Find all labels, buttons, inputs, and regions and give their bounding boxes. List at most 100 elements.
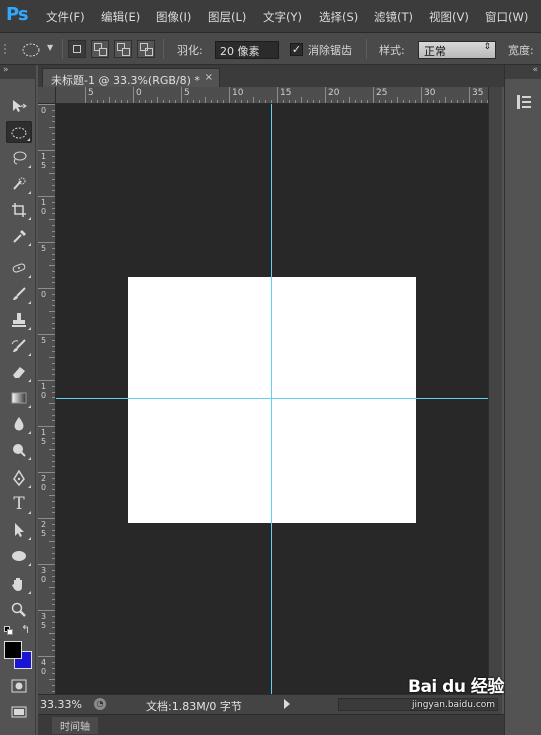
- quick-selection-tool[interactable]: [6, 173, 32, 195]
- right-panel-dock: «: [504, 65, 541, 735]
- hand-tool[interactable]: [6, 573, 32, 595]
- vertical-guide[interactable]: [271, 104, 272, 694]
- style-label: 样式:: [379, 44, 405, 57]
- default-colors-icon[interactable]: [4, 626, 13, 635]
- baidu-jingyan-watermark: Bai du 经验 jingyan.baidu.com: [408, 672, 538, 720]
- ruler-label: 25: [376, 88, 388, 98]
- ruler-label: 5: [41, 336, 47, 345]
- horizontal-ruler[interactable]: 5 0 5 10 15 20 25 30 35: [56, 87, 488, 104]
- foreground-color-swatch[interactable]: [4, 641, 22, 659]
- ruler-minor-tick: [49, 587, 55, 588]
- tool-flyout-indicator: [28, 537, 31, 540]
- right-dock-header[interactable]: «: [505, 65, 541, 79]
- timeline-tab[interactable]: 时间轴: [52, 717, 98, 734]
- swap-colors-icon[interactable]: ↰: [21, 623, 30, 636]
- document-canvas[interactable]: [128, 277, 416, 523]
- ruler-minor-tick: [289, 100, 290, 103]
- path-selection-tool[interactable]: [6, 519, 32, 541]
- menu-window[interactable]: 窗口(W): [485, 9, 528, 25]
- ruler-minor-tick: [52, 155, 55, 157]
- menu-view[interactable]: 视图(V): [429, 9, 469, 25]
- canvas-pasteboard[interactable]: [56, 104, 488, 694]
- ruler-minor-tick: [49, 495, 55, 496]
- ruler-minor-tick: [163, 100, 164, 103]
- new-selection-button[interactable]: [68, 40, 86, 58]
- ruler-minor-tick: [463, 100, 464, 103]
- vertical-ruler[interactable]: 0 1 5 1 0 5 0 5 1 0 1 5 2 0 2 5 3 0 3 5 4 0: [38, 104, 56, 694]
- crop-tool[interactable]: [6, 199, 32, 221]
- style-select[interactable]: 正常 ⇕: [418, 41, 496, 59]
- elliptical-marquee-tool[interactable]: [6, 121, 32, 143]
- ruler-minor-tick: [52, 512, 55, 514]
- new-selection-icon: [73, 45, 81, 53]
- ruler-minor-tick: [199, 100, 200, 103]
- ruler-origin[interactable]: [38, 87, 56, 104]
- collapse-icon[interactable]: «: [532, 65, 538, 75]
- status-menu-arrow-icon[interactable]: [284, 699, 290, 709]
- type-tool[interactable]: T: [6, 493, 32, 515]
- ruler-minor-tick: [235, 100, 236, 103]
- intersect-selection-button[interactable]: [137, 40, 155, 58]
- antialias-checkbox[interactable]: ✓: [290, 43, 303, 56]
- ruler-minor-tick: [52, 368, 55, 370]
- history-brush-icon: [11, 339, 26, 352]
- quick-mask-button[interactable]: [6, 675, 32, 697]
- dodge-tool[interactable]: [6, 439, 32, 461]
- menu-image[interactable]: 图像(I): [156, 9, 191, 25]
- subtract-from-selection-button[interactable]: [114, 40, 132, 58]
- ruler-minor-tick: [52, 236, 55, 238]
- ruler-minor-tick: [343, 100, 344, 103]
- menu-edit[interactable]: 编辑(E): [101, 9, 140, 25]
- tools-panel-header[interactable]: »: [0, 65, 36, 79]
- history-panel-button[interactable]: [515, 93, 533, 111]
- ruler-minor-tick: [52, 598, 55, 600]
- pen-tool[interactable]: [6, 467, 32, 489]
- ruler-minor-tick: [52, 431, 55, 433]
- ruler-minor-tick: [337, 100, 338, 103]
- width-label: 宽度:: [508, 44, 534, 57]
- gradient-icon: [11, 392, 27, 404]
- menu-file[interactable]: 文件(F): [46, 9, 85, 25]
- move-tool[interactable]: [6, 95, 32, 117]
- ruler-minor-tick: [187, 100, 188, 103]
- collapse-icon[interactable]: »: [3, 65, 9, 75]
- close-icon[interactable]: ×: [205, 72, 213, 83]
- status-info-icon[interactable]: ◔: [94, 698, 106, 710]
- menu-select[interactable]: 选择(S): [319, 9, 358, 25]
- eraser-tool[interactable]: [6, 361, 32, 383]
- blur-tool[interactable]: [6, 413, 32, 435]
- gradient-tool[interactable]: [6, 387, 32, 409]
- horizontal-guide[interactable]: [56, 398, 488, 399]
- ruler-minor-tick: [52, 414, 55, 416]
- lasso-tool[interactable]: [6, 147, 32, 169]
- clone-stamp-tool[interactable]: [6, 309, 32, 331]
- ruler-minor-tick: [52, 621, 55, 623]
- ruler-major-tick: [181, 87, 182, 103]
- add-to-selection-button[interactable]: [91, 40, 109, 58]
- menu-layer[interactable]: 图层(L): [208, 9, 246, 25]
- crop-icon: [12, 203, 26, 217]
- tool-preset-picker[interactable]: ▼: [18, 41, 58, 59]
- updown-icon: ⇕: [483, 42, 491, 52]
- eyedropper-tool[interactable]: [6, 225, 32, 247]
- document-tab[interactable]: 未标题-1 @ 33.3%(RGB/8) * ×: [42, 68, 220, 87]
- ruler-label: 0: [41, 290, 47, 299]
- ruler-minor-tick: [52, 604, 55, 606]
- history-brush-tool[interactable]: [6, 335, 32, 357]
- zoom-level[interactable]: 33.33%: [40, 698, 82, 711]
- ruler-minor-tick: [52, 397, 55, 399]
- eraser-icon: [13, 367, 25, 378]
- tool-flyout-indicator: [28, 275, 31, 278]
- ruler-minor-tick: [52, 270, 55, 272]
- menu-filter[interactable]: 滤镜(T): [374, 9, 413, 25]
- ellipse-tool[interactable]: [6, 545, 32, 567]
- zoom-tool[interactable]: [6, 599, 32, 621]
- vertical-scrollbar[interactable]: [488, 87, 502, 694]
- brush-tool[interactable]: [6, 283, 32, 305]
- feather-input[interactable]: 20 像素: [215, 41, 279, 59]
- menu-type[interactable]: 文字(Y): [263, 9, 302, 25]
- ruler-minor-tick: [52, 207, 55, 209]
- screen-mode-button[interactable]: [6, 701, 32, 723]
- ruler-minor-tick: [52, 408, 55, 410]
- spot-healing-tool[interactable]: [6, 257, 32, 279]
